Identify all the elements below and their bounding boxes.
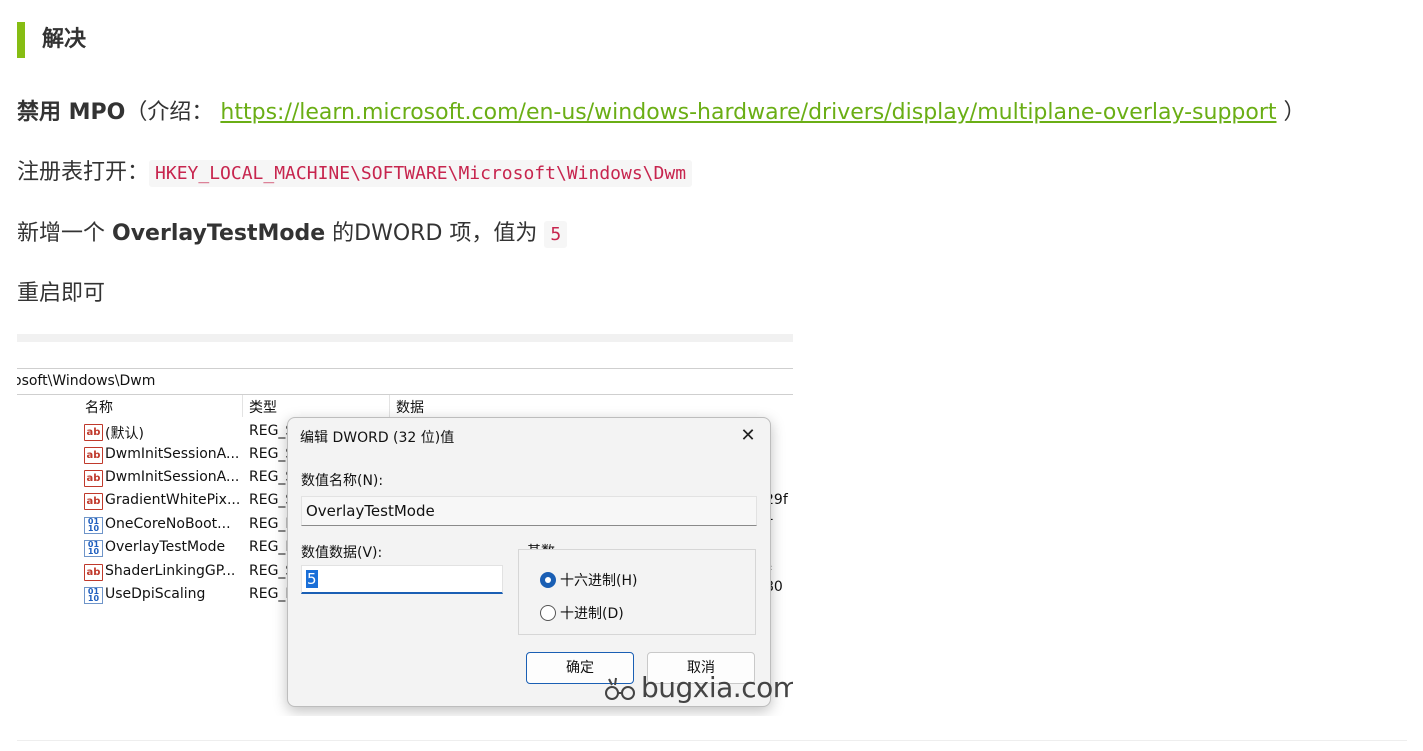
string-value-icon: ab [84, 470, 103, 487]
close-icon[interactable]: ✕ [736, 424, 760, 448]
mpo-doc-link[interactable]: https://learn.microsoft.com/en-us/window… [220, 100, 1276, 125]
column-separator [242, 395, 243, 417]
overlay-test-mode-bold: OverlayTestMode [112, 221, 326, 246]
heading-accent-bar [17, 22, 25, 58]
string-value-icon: ab [84, 424, 103, 441]
registry-address-bar: osoft\Windows\Dwm [17, 368, 793, 395]
screenshot-top-band [17, 334, 793, 342]
value-name-label: 数值名称(N): [301, 473, 384, 489]
registry-open-label: 注册表打开： [17, 160, 150, 185]
value-five-code: 5 [544, 221, 568, 248]
decimal-radio[interactable] [540, 605, 556, 621]
value-data-input[interactable]: 5 [301, 565, 503, 594]
dialog-title: 编辑 DWORD (32 位)值 [300, 430, 455, 446]
registry-row-name: GradientWhitePix... [105, 492, 241, 508]
value-data-text: 5 [306, 570, 318, 588]
paragraph-restart: 重启即可 [17, 281, 106, 306]
edit-dword-dialog: 编辑 DWORD (32 位)值 ✕ 数值名称(N): OverlayTestM… [287, 417, 771, 707]
paragraph-disable-mpo: 禁用 MPO（介绍： https://learn.microsoft.com/e… [17, 97, 1306, 129]
column-header-type[interactable]: 类型 [249, 397, 277, 417]
registry-row-name: (默认) [105, 426, 144, 442]
watermark-text: bugxia.com [641, 671, 793, 704]
binary-value-icon: 01 10 [84, 587, 103, 604]
string-value-icon: ab [84, 564, 103, 581]
section-heading: 解决 [42, 27, 87, 52]
hex-radio-label[interactable]: 十六进制(H) [560, 570, 637, 590]
registry-row-name: DwmInitSessionA... [105, 469, 240, 485]
binary-value-icon: 01 10 [84, 517, 103, 534]
intro-prefix: （介绍： [125, 100, 214, 125]
registry-row-name: ShaderLinkingGP... [105, 563, 236, 579]
value-name-field[interactable]: OverlayTestMode [301, 496, 757, 526]
add-dword-prefix: 新增一个 [17, 221, 112, 246]
registry-address-text: osoft\Windows\Dwm [17, 373, 156, 389]
base-group: 十六进制(H) 十进制(D) [518, 549, 756, 635]
registry-row-name: UseDpiScaling [105, 586, 206, 602]
registry-row-name: OneCoreNoBoot... [105, 516, 231, 532]
registry-row-name: DwmInitSessionA... [105, 446, 240, 462]
string-value-icon: ab [84, 493, 103, 510]
paragraph-add-dword: 新增一个 OverlayTestMode 的DWORD 项，值为 5 [17, 218, 568, 251]
registry-tree-pane [51, 395, 80, 716]
column-header-data[interactable]: 数据 [396, 397, 424, 417]
value-data-label: 数值数据(V): [301, 545, 383, 561]
binary-value-icon: 01 10 [84, 540, 103, 557]
decimal-radio-label[interactable]: 十进制(D) [560, 603, 624, 623]
registry-row-type: REG_I [249, 516, 290, 532]
add-dword-suffix: 的DWORD 项，值为 [325, 221, 538, 246]
registry-row-type: REG_I [249, 586, 290, 602]
intro-suffix: ） [1283, 100, 1306, 125]
registry-row-type: REG_I [249, 539, 290, 555]
registry-path-code: HKEY_LOCAL_MACHINE\SOFTWARE\Microsoft\Wi… [149, 160, 693, 187]
column-header-name[interactable]: 名称 [85, 397, 113, 417]
disable-mpo-bold: 禁用 MPO [17, 100, 126, 125]
column-separator [389, 395, 390, 417]
hex-radio[interactable] [540, 572, 556, 588]
string-value-icon: ab [84, 447, 103, 464]
registry-editor-screenshot: osoft\Windows\Dwm 名称 类型 数据 ab (默认) REG_S… [17, 334, 793, 716]
registry-row-name: OverlayTestMode [105, 539, 226, 555]
paragraph-registry-path: 注册表打开： HKEY_LOCAL_MACHINE\SOFTWARE\Micros… [17, 157, 693, 190]
glasses-icon [605, 677, 635, 700]
bottom-divider [17, 740, 1407, 741]
